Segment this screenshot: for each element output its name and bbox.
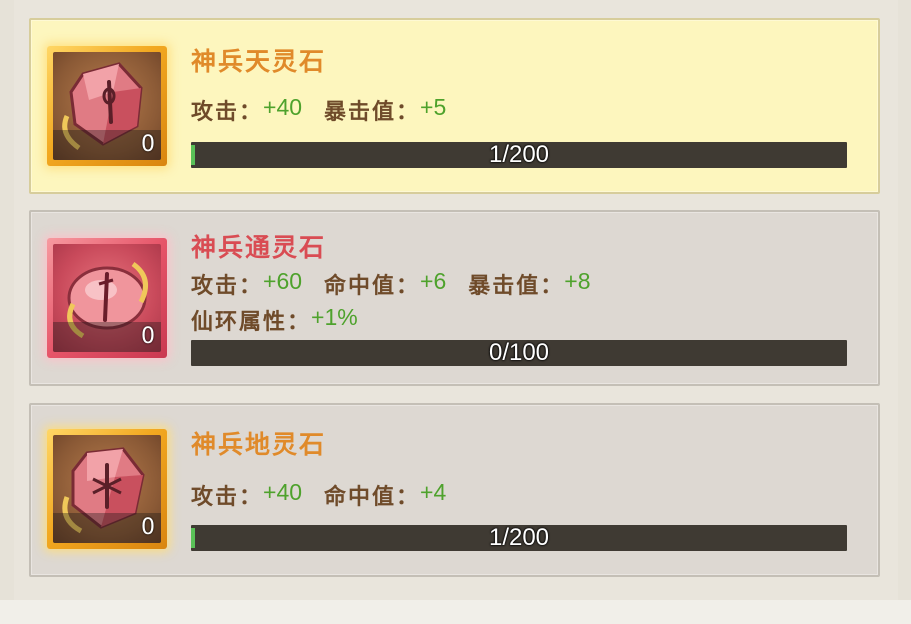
item-card-dilingshi[interactable]: 0 神兵地灵石 攻击： +40 命中值： +4 1/200 bbox=[29, 403, 880, 577]
stats-line: 攻击： +40 命中值： +4 bbox=[191, 479, 468, 511]
progress-bar: 1/200 bbox=[191, 142, 847, 168]
progress-bar: 1/200 bbox=[191, 525, 847, 551]
progress-text: 1/200 bbox=[488, 524, 550, 551]
item-slot[interactable]: 0 bbox=[47, 429, 167, 549]
item-count: 0 bbox=[53, 513, 161, 543]
item-slot[interactable]: 0 bbox=[47, 46, 167, 166]
item-card-tonglingshi[interactable]: 0 神兵通灵石 攻击： +60 命中值： +6 暴击值： +8 仙环属性： +1% 0/… bbox=[29, 210, 880, 386]
stat-attack: 攻击： +40 bbox=[191, 479, 303, 510]
item-count: 0 bbox=[53, 130, 161, 160]
stat-hit: 命中值： +4 bbox=[324, 479, 447, 510]
stat-attack: 攻击： +60 bbox=[191, 268, 303, 299]
bottom-strip bbox=[0, 600, 911, 624]
stat-attack: 攻击： +40 bbox=[191, 94, 303, 125]
stat-hit: 命中值： +6 bbox=[324, 268, 447, 299]
item-name: 神兵地灵石 bbox=[191, 430, 327, 459]
stat-ring-attribute: 仙环属性： +1% bbox=[191, 304, 358, 335]
stat-crit: 暴击值： +5 bbox=[324, 94, 447, 125]
stats-line: 攻击： +40 暴击值： +5 bbox=[191, 94, 468, 126]
stats-line: 仙环属性： +1% bbox=[191, 304, 380, 336]
progress-text: 1/200 bbox=[488, 141, 550, 168]
item-name: 神兵通灵石 bbox=[191, 233, 327, 262]
stats-line: 攻击： +60 命中值： +6 暴击值： +8 bbox=[191, 268, 613, 300]
item-name: 神兵天灵石 bbox=[191, 47, 327, 76]
stat-crit: 暴击值： +8 bbox=[468, 268, 591, 299]
item-slot[interactable]: 0 bbox=[47, 238, 167, 358]
item-count: 0 bbox=[53, 322, 161, 352]
progress-text: 0/100 bbox=[488, 339, 550, 366]
item-card-tianlingshi[interactable]: 0 神兵天灵石 攻击： +40 暴击值： +5 1/200 bbox=[29, 18, 880, 194]
progress-bar: 0/100 bbox=[191, 340, 847, 366]
